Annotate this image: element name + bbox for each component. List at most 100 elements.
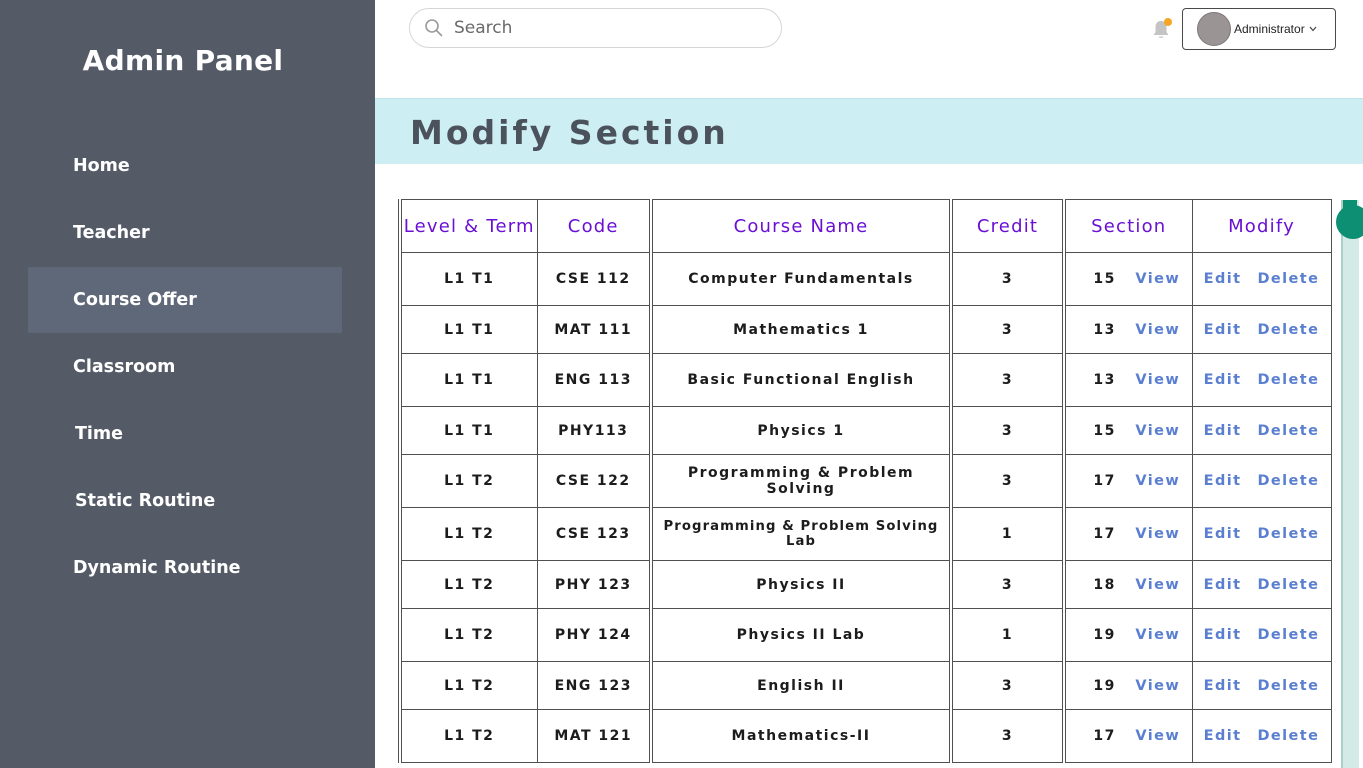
section-cell: 18 View [1062,560,1193,609]
section-count: 17 [1093,728,1116,744]
course-name-cell: Programming & Problem Solving Lab [649,507,952,561]
level-term-cell: L1 T2 [398,661,538,710]
section-cell: 19 View [1062,608,1193,662]
course-name-cell: Basic Functional English [649,353,952,407]
view-link[interactable]: View [1135,627,1180,643]
delete-link[interactable]: Delete [1257,423,1319,439]
table-row: L1 T2 PHY 124 Physics II Lab 1 19 View Ed… [398,608,1332,662]
view-link[interactable]: View [1135,728,1180,744]
section-cell: 15 View [1062,252,1193,306]
column-header: Modify [1191,199,1332,253]
sidebar-item-home[interactable]: Home [28,133,342,199]
column-header: Course Name [649,199,952,253]
edit-link[interactable]: Edit [1204,423,1242,439]
section-count: 17 [1093,473,1116,489]
modify-cell: Edit Delete [1191,608,1332,662]
code-cell: ENG 123 [536,661,652,710]
view-link[interactable]: View [1135,423,1180,439]
credit-cell: 3 [949,252,1065,306]
edit-link[interactable]: Edit [1204,372,1242,388]
modify-cell: Edit Delete [1191,507,1332,561]
edit-link[interactable]: Edit [1204,577,1242,593]
delete-link[interactable]: Delete [1257,728,1319,744]
code-cell: MAT 121 [536,709,652,763]
section-cell: 17 View [1062,709,1193,763]
level-term-cell: L1 T2 [398,709,538,763]
view-link[interactable]: View [1135,577,1180,593]
sidebar-item-teacher[interactable]: Teacher [28,200,342,266]
edit-link[interactable]: Edit [1204,678,1242,694]
section-count: 13 [1093,321,1116,338]
table-row: L1 T2 PHY 123 Physics II 3 18 View Edit De… [398,560,1332,609]
edit-link[interactable]: Edit [1204,627,1242,643]
level-term-cell: L1 T2 [398,507,538,561]
view-link[interactable]: View [1135,271,1180,287]
delete-link[interactable]: Delete [1257,271,1319,287]
modify-cell: Edit Delete [1191,454,1332,508]
course-name-cell: Mathematics-II [649,709,952,763]
credit-cell: 3 [949,661,1065,710]
delete-link[interactable]: Delete [1257,372,1319,388]
edit-link[interactable]: Edit [1204,271,1242,287]
delete-link[interactable]: Delete [1257,627,1319,643]
section-count: 15 [1093,422,1116,439]
user-menu-button[interactable]: Administrator [1182,8,1336,50]
course-name-cell: Physics II [649,560,952,609]
scrollbar-thumb[interactable] [1336,205,1363,239]
sidebar-item-course-offer[interactable]: Course Offer [28,267,342,333]
course-name-cell: Computer Fundamentals [649,252,952,306]
column-header: Code [536,199,652,253]
table-row: L1 T2 CSE 122 Programming & Problem Solv… [398,454,1332,508]
sidebar-item-time[interactable]: Time [28,401,342,467]
delete-link[interactable]: Delete [1257,577,1319,593]
edit-link[interactable]: Edit [1204,728,1242,744]
section-count: 18 [1093,576,1116,593]
sidebar-item-dynamic-routine[interactable]: Dynamic Routine [28,535,342,601]
sidebar-item-label: Teacher [73,223,150,243]
credit-cell: 3 [949,454,1065,508]
scrollbar-track[interactable] [1341,200,1359,768]
view-link[interactable]: View [1135,322,1180,338]
delete-link[interactable]: Delete [1257,678,1319,694]
code-cell: PHY 123 [536,560,652,609]
modify-cell: Edit Delete [1191,252,1332,306]
delete-link[interactable]: Delete [1257,473,1319,489]
code-cell: MAT 111 [536,305,652,354]
course-name-cell: Physics II Lab [649,608,952,662]
section-count: 19 [1093,627,1116,643]
modify-cell: Edit Delete [1191,560,1332,609]
credit-cell: 3 [949,353,1065,407]
page-title: Modify Section [410,113,729,152]
section-cell: 13 View [1062,305,1193,354]
search-input[interactable] [454,18,754,38]
sidebar-item-label: Dynamic Routine [73,558,241,578]
delete-link[interactable]: Delete [1257,322,1319,338]
sidebar-item-label: Time [75,424,124,444]
code-cell: CSE 112 [536,252,652,306]
view-link[interactable]: View [1135,372,1180,388]
view-link[interactable]: View [1135,678,1180,694]
sidebar-item-static-routine[interactable]: Static Routine [28,468,342,534]
sidebar-item-label: Classroom [73,357,176,377]
chevron-down-icon [1309,26,1317,32]
section-cell: 19 View [1062,661,1193,710]
column-header: Credit [949,199,1065,253]
section-count: 13 [1093,372,1116,388]
section-count: 17 [1093,526,1116,542]
view-link[interactable]: View [1135,526,1180,542]
code-cell: CSE 122 [536,454,652,508]
edit-link[interactable]: Edit [1204,526,1242,542]
view-link[interactable]: View [1135,473,1180,489]
sidebar-item-label: Home [73,156,130,176]
edit-link[interactable]: Edit [1204,473,1242,489]
delete-link[interactable]: Delete [1257,526,1319,542]
edit-link[interactable]: Edit [1204,322,1242,338]
sections-table: Level & Term Code Course Name Credit Sec… [398,199,1332,763]
modify-cell: Edit Delete [1191,709,1332,763]
search-box[interactable] [409,8,782,48]
credit-cell: 1 [949,507,1065,561]
level-term-cell: L1 T2 [398,560,538,609]
credit-cell: 3 [949,406,1065,455]
sidebar-item-classroom[interactable]: Classroom [28,334,342,400]
modify-cell: Edit Delete [1191,661,1332,710]
